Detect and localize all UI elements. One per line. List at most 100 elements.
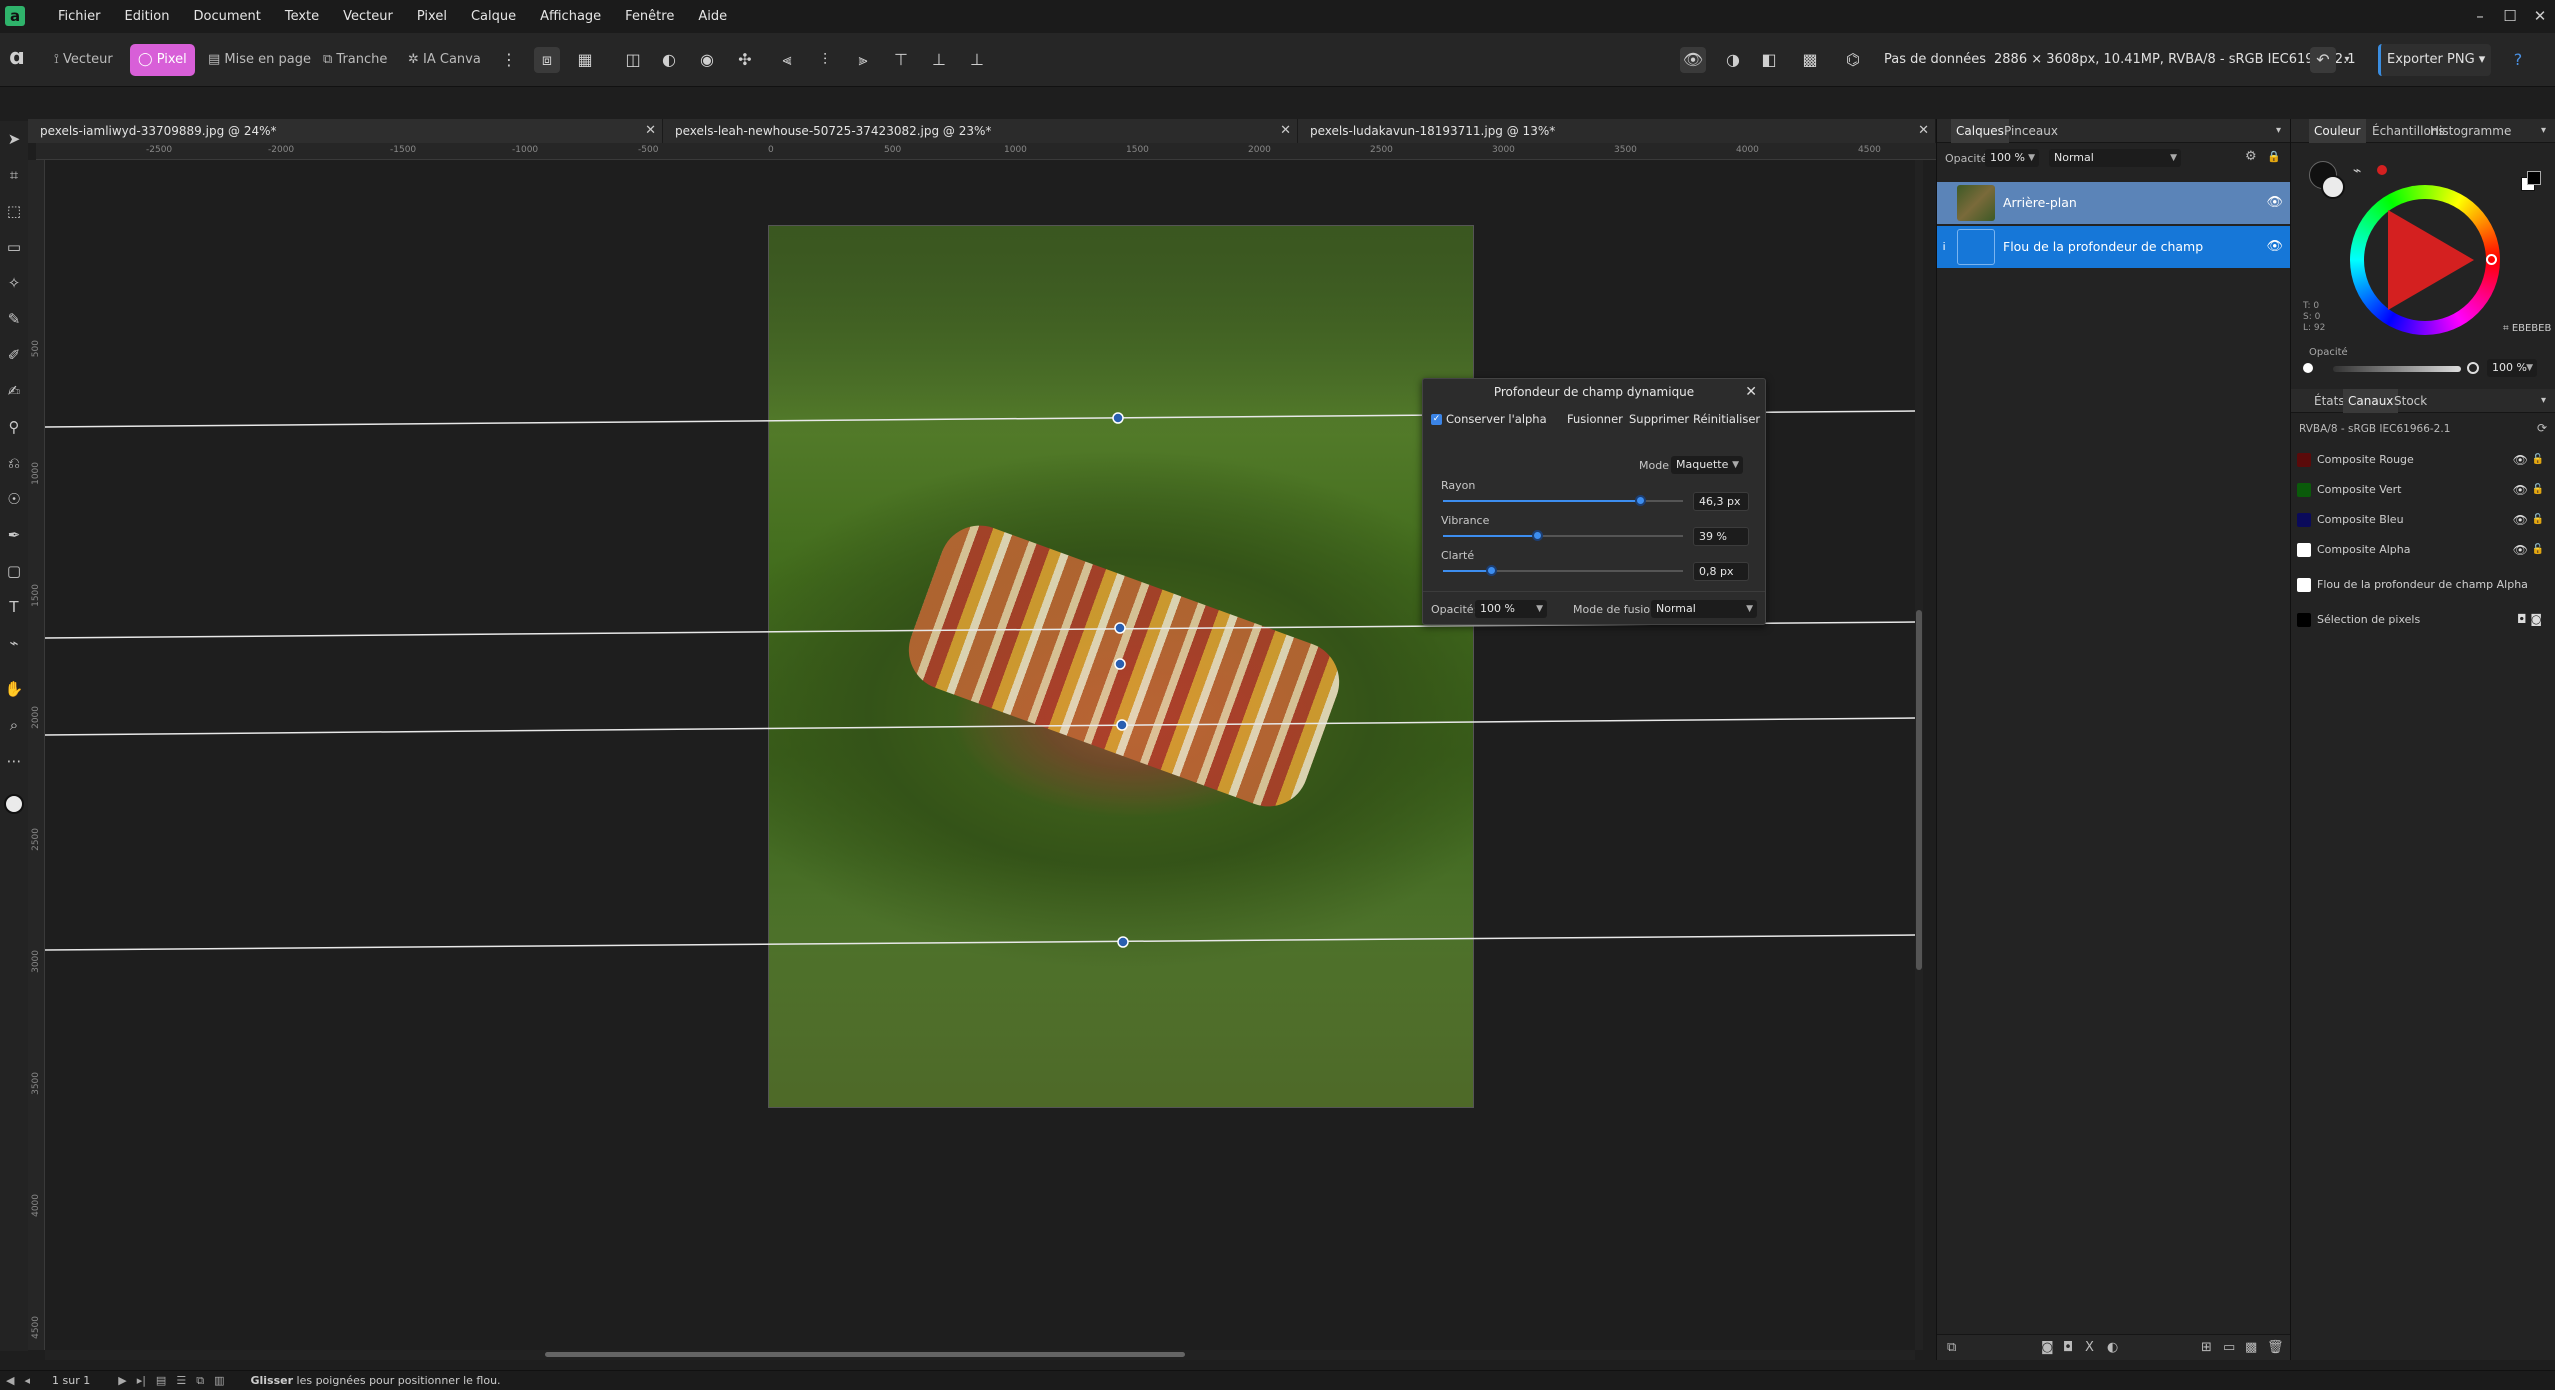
tab-couleur[interactable]: Couleur [2309,119,2366,143]
selection-actions-icon[interactable]: ◘ ◙ [2517,612,2542,626]
menu-pixel[interactable]: Pixel [405,0,459,33]
channel-row[interactable]: Flou de la profondeur de champ Alpha [2291,570,2555,600]
preserve-alpha-checkbox[interactable]: ✓ Conserver l'alpha [1431,412,1547,426]
delete-page-icon[interactable]: ▥ [214,1374,224,1387]
canvas-horizontal-scrollbar[interactable] [45,1350,1915,1360]
hex-readout[interactable]: ⌗ EBEBEB [2503,323,2551,334]
fill-color-well[interactable] [2321,175,2345,199]
clone-tool-icon[interactable]: ⎌ [0,445,28,481]
dof-handle[interactable] [1117,936,1129,948]
tab-document-1[interactable]: pexels-iamliwyd-33709889.jpg @ 24%* ✕ [28,119,663,143]
close-dialog-icon[interactable]: ✕ [1745,379,1757,405]
clarte-slider[interactable] [1443,564,1683,578]
visibility-eye-icon[interactable]: 👁 [2266,182,2283,224]
eyedropper-icon[interactable]: ⌁ [2353,163,2361,179]
channel-row[interactable]: Sélection de pixels ◘ ◙ [2291,605,2555,635]
move-tool-icon[interactable]: ➤ [0,121,28,157]
mode-dropdown[interactable]: Maquette ▼ [1671,456,1743,474]
shape-tool-icon[interactable]: ▢ [0,553,28,589]
delete-button[interactable]: Supprimer [1629,412,1689,426]
delete-layer-icon[interactable]: 🗑 [2267,1340,2284,1355]
menu-calque[interactable]: Calque [459,0,528,33]
channel-row[interactable]: Composite Bleu 👁 🔓 [2291,505,2555,535]
close-tab-icon[interactable]: ✕ [645,119,656,143]
add-group-icon[interactable]: ▭ [2223,1340,2235,1355]
slider-knob[interactable] [1634,495,1646,506]
vibrance-slider[interactable] [1443,529,1683,543]
refine-icon[interactable]: ◐ [656,47,682,73]
close-window-icon[interactable]: ✕ [2525,0,2555,33]
first-page-icon[interactable]: ◂ [24,1374,30,1387]
tab-document-2[interactable]: pexels-leah-newhouse-50725-37423082.jpg … [663,119,1298,143]
persona-ia-canva-button[interactable]: ✲ IA Canva [400,44,489,76]
quick-action-icon[interactable]: ↶ [2310,47,2336,73]
view-mode-2-icon[interactable]: ◑ [1720,47,1746,73]
minimize-icon[interactable]: – [2465,0,2495,33]
histogram-toggle-icon[interactable]: ▩ [1797,47,1823,73]
affinity-logo-icon[interactable]: ɑ [4,45,30,71]
tab-document-3[interactable]: pexels-ludakavun-18193711.jpg @ 13%* ✕ [1298,119,1936,143]
pen-tool-icon[interactable]: ✒ [0,517,28,553]
help-icon[interactable]: ? [2505,47,2531,73]
maximize-icon[interactable]: ☐ [2495,0,2525,33]
persona-vecteur-button[interactable]: ⟟ Vecteur [46,44,121,76]
scroll-thumb[interactable] [1916,610,1922,970]
default-colors-icon[interactable] [2527,171,2541,185]
dof-handle[interactable] [1114,622,1126,634]
color-opacity-dropdown[interactable]: 100 % ▼ [2487,359,2537,377]
tab-histogramme[interactable]: Histogramme [2425,119,2516,143]
visibility-eye-icon[interactable]: 👁 [2513,505,2528,535]
scroll-thumb[interactable] [545,1352,1185,1357]
panel-menu-icon[interactable]: ▾ [2271,119,2286,143]
lock-icon[interactable]: 🔓 [2532,445,2544,475]
page-list-icon[interactable]: ☰ [176,1374,186,1387]
rayon-slider[interactable] [1443,494,1683,508]
align-bottom-icon[interactable]: ⊥ [964,47,990,73]
menu-vecteur[interactable]: Vecteur [331,0,405,33]
tab-pinceaux[interactable]: Pinceaux [1999,119,2063,143]
duplicate-page-icon[interactable]: ⧉ [196,1374,204,1388]
close-tab-icon[interactable]: ✕ [1280,119,1291,143]
panel-menu-icon[interactable]: ▾ [2536,389,2551,413]
zoom-tool-icon[interactable]: ⌕ [0,707,28,743]
align-right-icon[interactable]: ⫸ [850,47,876,73]
color-swatch-icon[interactable] [0,791,28,827]
prev-page-icon[interactable]: ◀ [6,1374,14,1387]
menu-affichage[interactable]: Affichage [528,0,613,33]
adjustment-icon[interactable]: ◘ [2063,1340,2073,1355]
persona-tranche-button[interactable]: ⧉ Tranche [315,44,395,76]
menu-edition[interactable]: Edition [113,0,182,33]
slider-knob[interactable] [1531,530,1543,541]
align-middle-icon[interactable]: ⊥ [926,47,952,73]
page-options-icon[interactable]: ▤ [156,1374,166,1387]
color-triangle[interactable] [2388,210,2474,310]
export-png-button[interactable]: Exporter PNG ▾ [2378,44,2492,76]
layer-opacity-dropdown[interactable]: 100 % ▼ [1985,149,2039,167]
channel-row[interactable]: Composite Rouge 👁 🔓 [2291,445,2555,475]
brush-settings-icon[interactable]: ✣ [732,47,758,73]
menu-texte[interactable]: Texte [273,0,331,33]
last-page-icon[interactable]: ▸| [137,1374,146,1387]
quick-action-dropdown-icon[interactable]: ▾ [2334,47,2360,73]
opacity-dropdown[interactable]: 100 % ▼ [1475,600,1547,618]
merge-button[interactable]: Fusionner [1567,412,1623,426]
rayon-value[interactable]: 46,3 px [1693,492,1749,511]
crop-tool-icon[interactable]: ⌗ [0,157,28,193]
layer-blend-dropdown[interactable]: Normal ▼ [2049,149,2181,167]
view-eye-icon[interactable]: 👁 [1680,47,1706,73]
paint-brush-tool-icon[interactable]: ✎ [0,301,28,337]
panel-menu-icon[interactable]: ▾ [2536,119,2551,143]
layer-row-dof[interactable]: Ꭵ Flou de la profondeur de champ 👁 [1937,226,2291,268]
color-picker-tool-icon[interactable]: ⌁ [0,625,28,661]
persona-mise-en-page-button[interactable]: ▤ Mise en page [200,44,319,76]
channel-row[interactable]: Composite Vert 👁 🔓 [2291,475,2555,505]
align-center-icon[interactable]: ⫶ [812,47,838,73]
visibility-eye-icon[interactable]: 👁 [2513,535,2528,565]
marquee-tool-icon[interactable]: ▭ [0,229,28,265]
color-replacement-tool-icon[interactable]: ✍ [0,373,28,409]
data-icon[interactable]: ⌬ [1840,47,1866,73]
selection-brush-tool-icon[interactable]: ⬚ [0,193,28,229]
visibility-eye-icon[interactable]: 👁 [2266,226,2283,268]
snapping-grid-icon[interactable]: ▦ [572,47,598,73]
hue-handle[interactable] [2486,254,2497,265]
